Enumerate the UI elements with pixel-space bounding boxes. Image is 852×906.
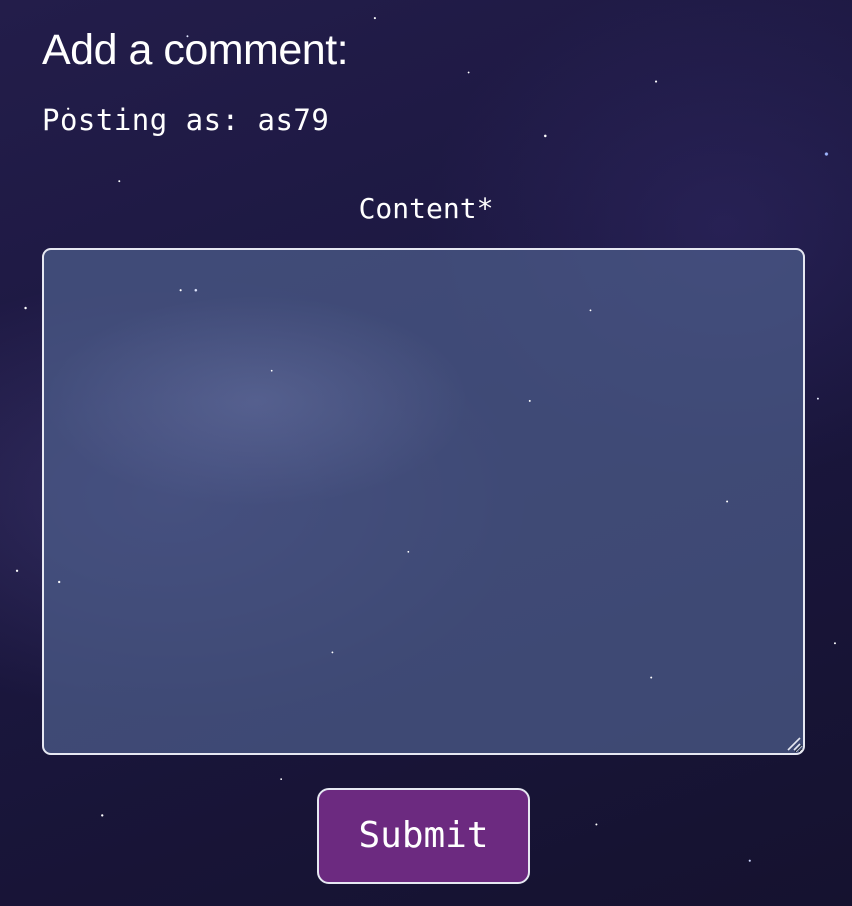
form-title: Add a comment: bbox=[42, 26, 349, 74]
content-textarea[interactable] bbox=[42, 248, 805, 755]
submit-button[interactable]: Submit bbox=[317, 788, 530, 884]
content-label: Content* bbox=[358, 192, 494, 225]
posting-as-text: Posting as: as79 bbox=[42, 103, 330, 137]
